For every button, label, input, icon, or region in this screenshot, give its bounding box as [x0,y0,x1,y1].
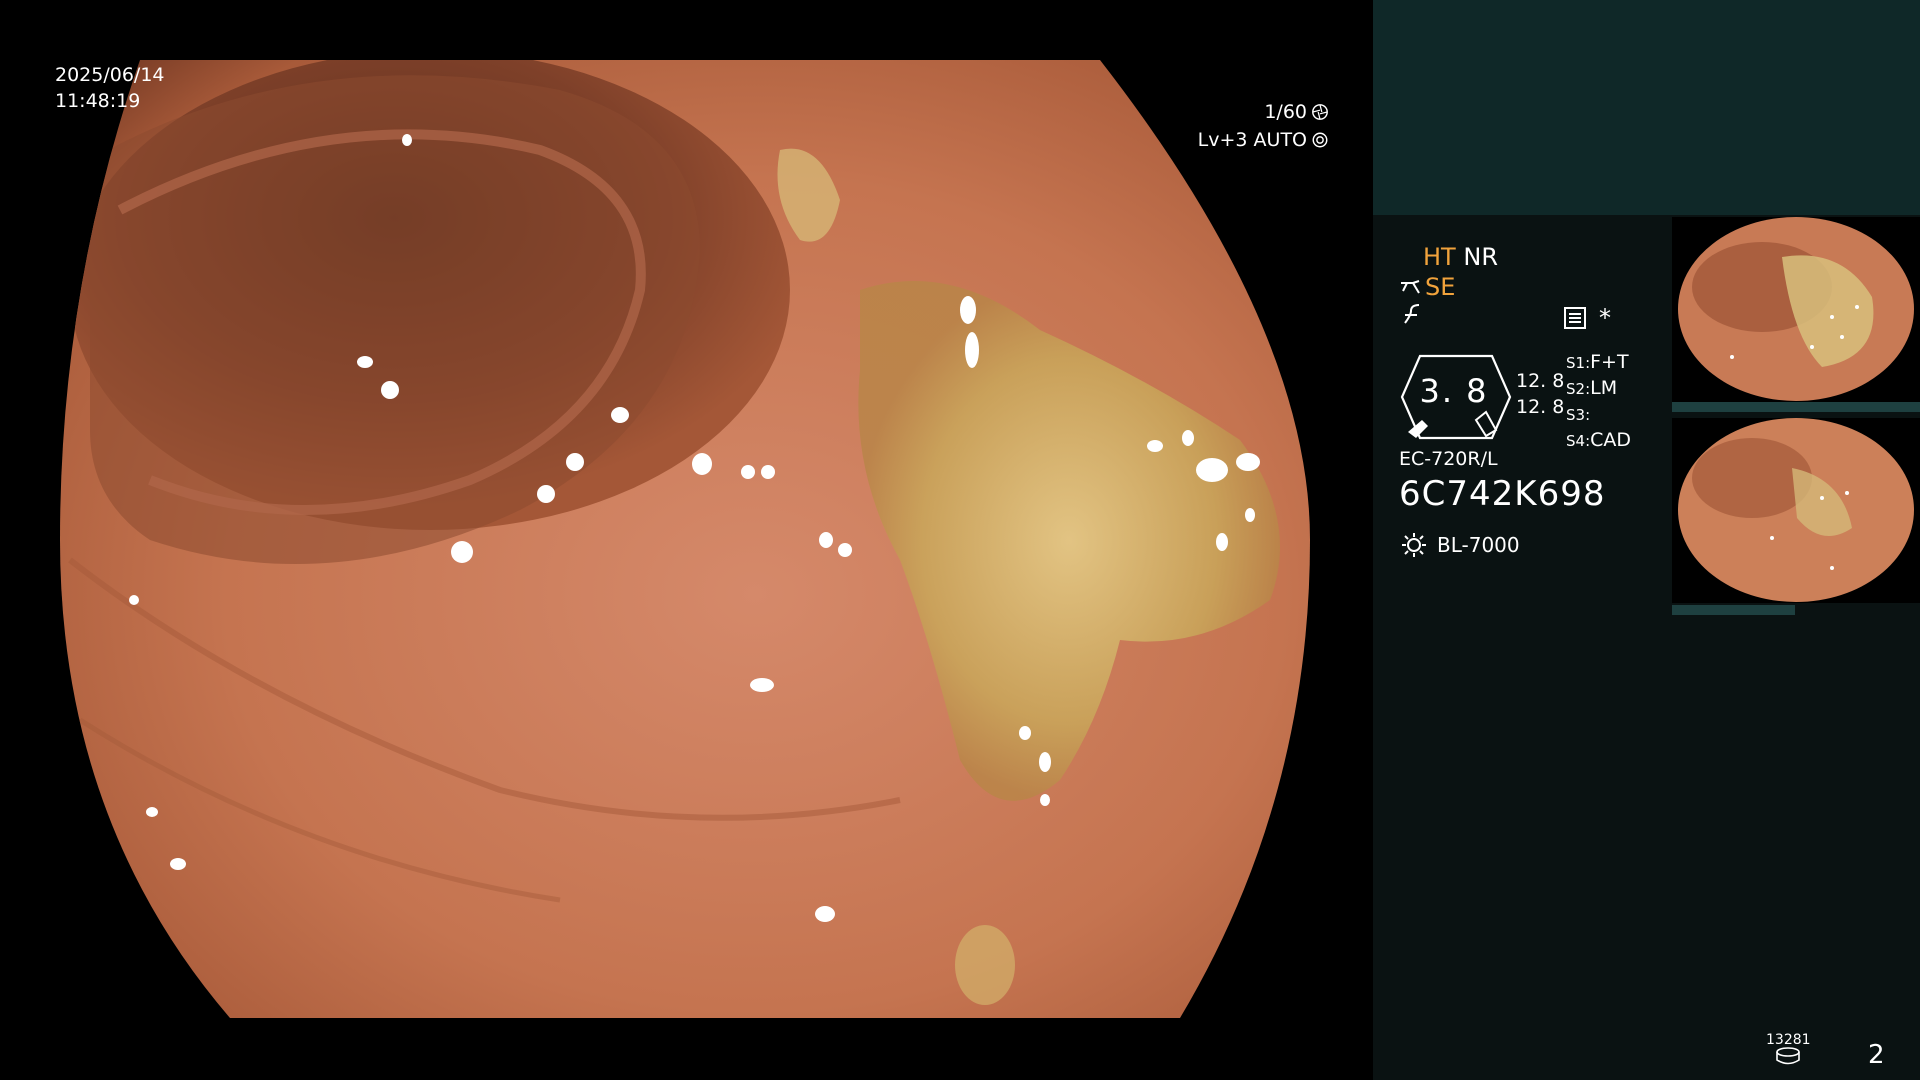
slot-s1: S1:F+T [1566,351,1629,373]
captured-thumbnail-2[interactable] [1672,418,1920,603]
gauge-reading-2: 12. 8 [1516,396,1565,418]
filter-icon [1401,303,1423,331]
lamp-icon [1402,533,1426,557]
endoscopy-monitor: 2025/06/14 11:48:19 1/60 Lv+3 AUTO HT NR… [0,0,1920,1080]
scope-model-text: EC-720R/L [1399,448,1498,470]
thumbnail-bar-1 [1672,402,1920,412]
endoscope-image [60,60,1310,1018]
mode-se-text: SE [1425,273,1456,301]
captured-thumbnail-1[interactable] [1672,217,1920,402]
gear-icon [1312,132,1328,148]
thumbnail-image-1 [1672,217,1920,402]
datetime-readout: 2025/06/14 11:48:19 [55,62,165,114]
asterisk-mark: * [1599,304,1611,332]
slot-s2: S2:LM [1566,377,1618,399]
thumbnail-bar-2 [1672,605,1795,615]
scope-tip-icon [1401,280,1420,294]
scope-serial-text: 6C742K698 [1399,474,1606,514]
gauge-value-text: 3. 8 [1419,372,1489,410]
mode-line-se: SE [1399,273,1455,301]
aperture-icon [1312,104,1328,120]
date-text: 2025/06/14 [55,64,165,86]
gauge-reading-1: 12. 8 [1516,370,1565,392]
level-mode-text: Lv+3 AUTO [1197,129,1307,151]
light-source-text: BL-7000 [1437,533,1520,557]
exposure-readout: 1/60 Lv+3 AUTO [1198,98,1329,154]
settings-list-icon [1564,307,1586,329]
endoscope-view: 2025/06/14 11:48:19 1/60 Lv+3 AUTO [0,0,1373,1080]
panel-header-area [1373,0,1920,215]
time-text: 11:48:19 [55,90,141,112]
disk-icon [1776,1047,1800,1065]
mode-nr-text: NR [1463,243,1498,271]
thumbnail-image-2 [1672,418,1920,603]
shutter-speed-text: 1/60 [1264,101,1307,123]
scope-switch-slots: S1:F+T S2:LM S3: S4:CAD [1566,350,1631,454]
mode-line-ht-nr: HT NR [1423,243,1498,271]
mode-ht-text: HT [1423,243,1456,271]
image-counter-text: 13281 [1766,1032,1811,1048]
slot-s3: S3: [1566,406,1591,424]
light-source: BL-7000 [1399,530,1520,560]
page-number-text: 2 [1868,1040,1885,1070]
gauge-readings: 12. 8 12. 8 [1516,368,1564,420]
slot-s4: S4:CAD [1566,429,1632,451]
